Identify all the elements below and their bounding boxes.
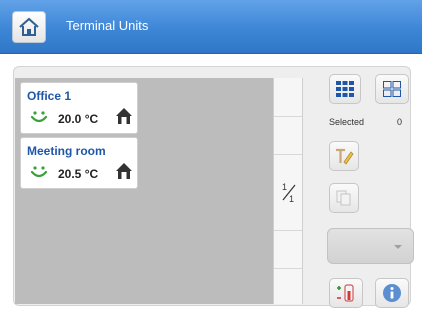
unit-tile-meeting-room[interactable]: Meeting room 20.5 °C xyxy=(20,137,138,189)
copy-icon xyxy=(336,190,351,206)
home-icon xyxy=(19,17,39,36)
copy-button[interactable] xyxy=(329,183,359,213)
unit-temperature: 20.5 °C xyxy=(58,167,99,181)
info-icon xyxy=(383,284,401,302)
large-view-button[interactable] xyxy=(329,74,361,104)
chevron-down-icon xyxy=(394,245,402,249)
page-indicator-icon: 1 1 xyxy=(282,182,296,203)
home-button[interactable] xyxy=(12,11,46,43)
unit-name: Meeting room xyxy=(27,144,106,158)
occupied-home-icon xyxy=(116,108,132,124)
scroller-divider xyxy=(274,268,302,269)
setpoint-button[interactable] xyxy=(329,278,363,308)
selected-label: Selected xyxy=(329,117,365,127)
large-grid-icon xyxy=(336,81,354,97)
svg-text:1: 1 xyxy=(289,194,294,203)
app-header: Terminal Units xyxy=(0,0,422,54)
selected-count: 0 xyxy=(397,117,403,127)
thermometer-icon xyxy=(337,284,354,302)
info-button[interactable] xyxy=(375,278,409,308)
scroller-divider xyxy=(274,230,302,231)
smiley-icon xyxy=(30,166,48,178)
small-grid-icon xyxy=(383,81,401,97)
unit-temperature: 20.0 °C xyxy=(58,112,99,126)
page-title: Terminal Units xyxy=(66,18,149,33)
page-scroller[interactable]: 1 1 xyxy=(273,78,303,304)
rename-icon xyxy=(336,148,354,165)
unit-name: Office 1 xyxy=(27,89,72,103)
smiley-icon xyxy=(30,111,48,123)
svg-text:1: 1 xyxy=(282,182,287,192)
action-dropdown[interactable] xyxy=(327,228,414,264)
scroller-divider xyxy=(274,154,302,155)
scroller-divider xyxy=(274,116,302,117)
unit-tile-office-1[interactable]: Office 1 20.0 °C xyxy=(20,82,138,134)
small-view-button[interactable] xyxy=(375,74,409,104)
occupied-home-icon xyxy=(116,163,132,179)
rename-button[interactable] xyxy=(329,141,359,171)
